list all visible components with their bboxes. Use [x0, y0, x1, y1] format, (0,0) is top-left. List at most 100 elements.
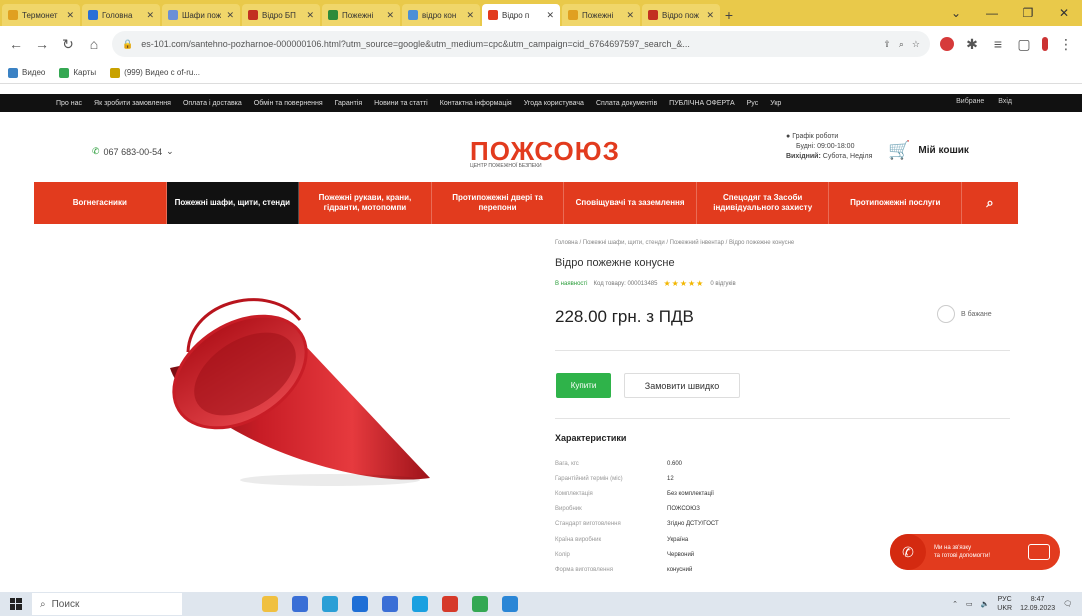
extension-icon[interactable] — [940, 37, 954, 51]
volume-icon[interactable]: 🔈 — [981, 600, 990, 608]
lock-icon[interactable]: 🔒 — [122, 39, 133, 50]
network-icon[interactable]: ▭ — [966, 600, 973, 608]
product-image[interactable] — [150, 290, 440, 490]
chevron-up-icon[interactable]: ⌃ — [952, 600, 958, 608]
topbar-link[interactable]: Обмін та повернення — [254, 100, 323, 107]
bookmark-star-icon[interactable]: ☆ — [912, 39, 920, 50]
spec-value: Червоний — [667, 551, 695, 558]
taskbar-app-icon[interactable] — [412, 596, 428, 612]
taskbar-app-icon[interactable] — [442, 596, 458, 612]
clock[interactable]: 8:47 12.09.2023 — [1020, 595, 1055, 613]
browser-tab[interactable]: Термонет ✕ — [2, 4, 80, 26]
reload-icon[interactable]: ↻ — [60, 36, 76, 53]
browser-tab[interactable]: відро кон ✕ — [402, 4, 480, 26]
breadcrumb[interactable]: Головна / Пожежні шафи, щити, стенди / П… — [555, 240, 794, 246]
category-item[interactable]: Спецодяг та Засоби індивідуального захис… — [697, 182, 830, 224]
chevron-down-icon[interactable]: ⌄ — [938, 0, 974, 26]
taskbar-app-icon[interactable] — [262, 596, 278, 612]
taskbar-app-icon[interactable] — [322, 596, 338, 612]
category-item[interactable]: Пожежні шафи, щити, стенди — [166, 182, 300, 224]
topbar-link[interactable]: Новини та статті — [374, 100, 428, 107]
browser-tab[interactable]: Пожежні ✕ — [322, 4, 400, 26]
category-item[interactable]: Протипожежні двері та перепони — [432, 182, 565, 224]
spec-row: Виробник ПОЖСОЮЗ — [555, 502, 855, 517]
reviews-link[interactable]: 0 відгуків — [710, 281, 735, 287]
buy-button[interactable]: Купити — [556, 373, 611, 398]
specs-table: Вага, кгс 0.600 Гарантійний термін (міс) 12… — [555, 456, 855, 578]
topbar-link[interactable]: Сплата документів — [596, 100, 657, 107]
topbar-link[interactable]: Про нас — [56, 100, 82, 107]
topbar-link[interactable]: Контактна інформація — [440, 100, 512, 107]
topbar-link[interactable]: Рус — [747, 100, 759, 107]
extensions-puzzle-icon[interactable]: ✱ — [964, 36, 980, 53]
close-icon[interactable]: ✕ — [706, 10, 714, 21]
browser-tab[interactable]: Відро п ✕ — [482, 4, 560, 26]
topbar-link[interactable]: Гарантія — [335, 100, 363, 107]
chat-icon[interactable] — [1028, 544, 1050, 560]
add-to-favorites[interactable]: В бажане — [937, 305, 992, 323]
sidepanel-icon[interactable]: ▢ — [1016, 36, 1032, 53]
share-icon[interactable]: ⇪ — [883, 39, 891, 50]
rating-stars[interactable]: ★★★★★ — [663, 279, 704, 288]
zoom-icon[interactable]: ⌕ — [899, 39, 904, 50]
close-icon[interactable]: ✕ — [626, 10, 634, 21]
taskbar-app-icon[interactable] — [352, 596, 368, 612]
phone-icon[interactable]: ✆ — [890, 534, 926, 570]
category-item[interactable]: Протипожежні послуги — [829, 182, 963, 224]
spec-key: Країна виробник — [555, 536, 602, 543]
forward-icon[interactable]: → — [34, 36, 50, 52]
cart-button[interactable]: 🛒 Мій кошик — [888, 140, 969, 161]
lang-indicator[interactable]: РУС UKR — [997, 595, 1012, 613]
browser-tab[interactable]: Пожежні ✕ — [562, 4, 640, 26]
category-item[interactable]: Пожежні рукави, крани, гідранти, мотопом… — [299, 182, 432, 224]
taskbar-app-icon[interactable] — [382, 596, 398, 612]
bookmark-item[interactable]: Карты — [59, 67, 96, 78]
close-icon[interactable]: ✕ — [66, 10, 74, 21]
browser-tab[interactable]: Головна ✕ — [82, 4, 160, 26]
notifications-icon[interactable]: 🗨 — [1063, 600, 1072, 608]
search-icon[interactable]: ⌕ — [962, 182, 1018, 224]
callback-widget[interactable]: ✆ Ми на зв'язку та готові допомогти! — [890, 534, 1060, 570]
browser-tab[interactable]: Шафи пож ✕ — [162, 4, 240, 26]
topbar-link[interactable]: Укр — [770, 100, 781, 107]
bookmark-item[interactable]: Видео — [8, 67, 45, 78]
minimize-icon[interactable]: — — [974, 0, 1010, 26]
bookmark-item[interactable]: (999) Видео с of-ru... — [110, 67, 200, 78]
tab-label: Відро пож — [662, 10, 699, 20]
topbar-link[interactable]: Угода користувача — [524, 100, 584, 107]
close-icon[interactable]: ✕ — [546, 10, 554, 21]
taskbar-app-icon[interactable] — [502, 596, 518, 612]
close-icon[interactable]: ✕ — [1046, 0, 1082, 26]
taskbar-apps — [262, 596, 518, 612]
quick-order-button[interactable]: Замовити швидко — [624, 373, 740, 398]
windows-start-icon[interactable] — [0, 592, 32, 616]
topbar-link[interactable]: ПУБЛІЧНА ОФЕРТА — [669, 100, 734, 107]
close-icon[interactable]: ✕ — [146, 10, 154, 21]
favorites-link[interactable]: Вибране — [956, 98, 984, 105]
home-icon[interactable]: ⌂ — [86, 36, 102, 52]
close-icon[interactable]: ✕ — [306, 10, 314, 21]
phone-selector[interactable]: ✆ 067 683-00-54 ⌄ — [92, 146, 174, 157]
browser-tab[interactable]: Відро БП ✕ — [242, 4, 320, 26]
taskbar-app-icon[interactable] — [472, 596, 488, 612]
topbar-link[interactable]: Оплата і доставка — [183, 100, 242, 107]
site-logo[interactable]: ПОЖСОЮЗ ЦЕНТР ПОЖЕЖНОЇ БЕЗПЕКИ — [470, 136, 619, 172]
taskbar-search[interactable]: ⌕ Поиск — [32, 593, 182, 615]
category-item[interactable]: Сповіщувачі та заземлення — [564, 182, 697, 224]
new-tab-button[interactable]: + — [720, 4, 738, 26]
menu-icon[interactable]: ⋮ — [1058, 36, 1074, 53]
close-icon[interactable]: ✕ — [386, 10, 394, 21]
close-icon[interactable]: ✕ — [466, 10, 474, 21]
media-icon[interactable]: ≡ — [990, 36, 1006, 52]
maximize-icon[interactable]: ❐ — [1010, 0, 1046, 26]
profile-icon[interactable] — [1042, 37, 1048, 51]
close-icon[interactable]: ✕ — [226, 10, 234, 21]
browser-tab[interactable]: Відро пож ✕ — [642, 4, 720, 26]
site-header: ✆ 067 683-00-54 ⌄ ПОЖСОЮЗ ЦЕНТР ПОЖЕЖНОЇ… — [0, 112, 1082, 182]
taskbar-app-icon[interactable] — [292, 596, 308, 612]
category-item[interactable]: Вогнегасники — [34, 182, 167, 224]
back-icon[interactable]: ← — [8, 36, 24, 52]
login-link[interactable]: Вхід — [998, 98, 1012, 105]
topbar-link[interactable]: Як зробити замовлення — [94, 100, 171, 107]
url-input[interactable]: 🔒 es-101.com/santehno-pozharnoe-00000010… — [112, 31, 930, 57]
